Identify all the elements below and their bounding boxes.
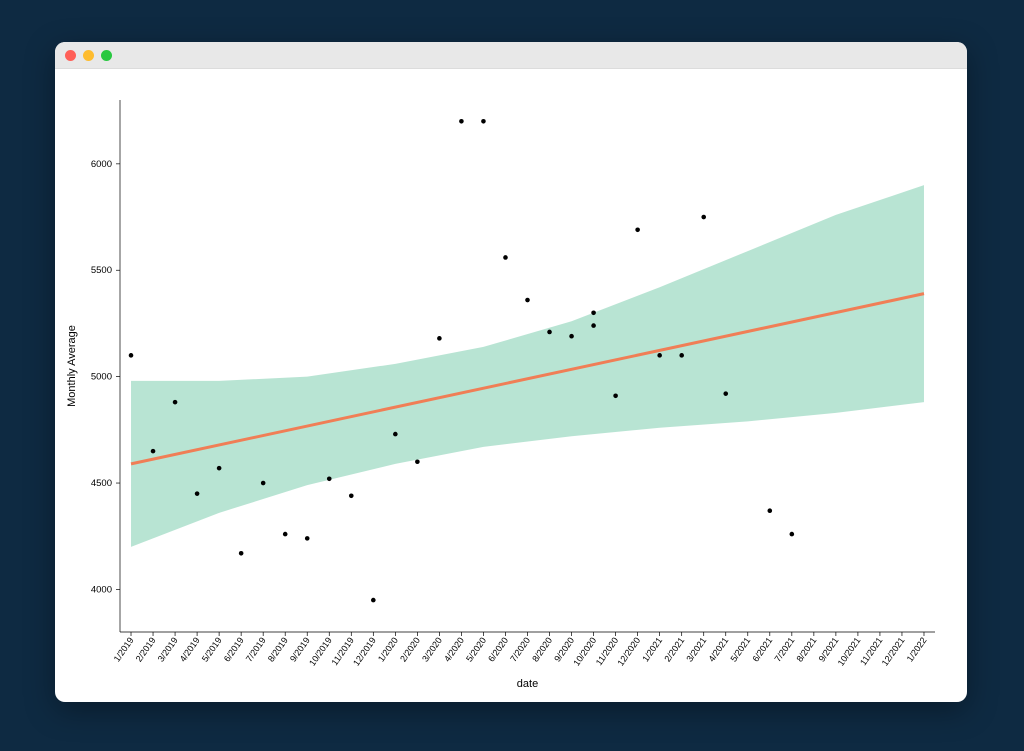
data-point xyxy=(327,476,332,481)
data-point xyxy=(217,466,222,471)
x-tick-label: 6/2021 xyxy=(750,635,774,663)
data-point xyxy=(371,598,376,603)
x-tick-label: 7/2021 xyxy=(772,635,796,663)
data-point xyxy=(723,391,728,396)
x-tick-label: 6/2020 xyxy=(486,635,510,663)
close-icon[interactable] xyxy=(65,50,76,61)
x-tick-label: 8/2019 xyxy=(266,635,290,663)
data-point xyxy=(305,536,310,541)
data-point xyxy=(613,393,618,398)
chart: 400045005000550060001/20192/20193/20194/… xyxy=(55,68,967,702)
x-tick-label: 1/2022 xyxy=(905,635,929,663)
data-point xyxy=(701,215,706,220)
data-point xyxy=(481,119,486,124)
x-tick-label: 4/2020 xyxy=(442,635,466,663)
data-point xyxy=(261,481,266,486)
x-tick-label: 7/2020 xyxy=(508,635,532,663)
y-tick-label: 5500 xyxy=(91,265,112,276)
y-tick-label: 4000 xyxy=(91,584,112,595)
data-point xyxy=(547,330,552,335)
minimize-icon[interactable] xyxy=(83,50,94,61)
x-tick-label: 2/2019 xyxy=(134,635,158,663)
data-point xyxy=(239,551,244,556)
data-point xyxy=(393,432,398,437)
data-point xyxy=(591,323,596,328)
x-tick-label: 2/2021 xyxy=(662,635,686,663)
y-tick-label: 5000 xyxy=(91,372,112,383)
x-tick-label: 6/2019 xyxy=(222,635,246,663)
data-point xyxy=(415,459,420,464)
data-point xyxy=(503,255,508,260)
x-tick-label: 1/2021 xyxy=(640,635,664,663)
x-tick-label: 3/2020 xyxy=(420,635,444,663)
x-tick-label: 1/2020 xyxy=(376,635,400,663)
data-point xyxy=(569,334,574,339)
data-point xyxy=(459,119,464,124)
window-titlebar xyxy=(55,42,967,69)
x-tick-label: 7/2019 xyxy=(244,635,268,663)
data-point xyxy=(525,298,530,303)
x-tick-label: 4/2021 xyxy=(706,635,730,663)
data-point xyxy=(437,336,442,341)
chart-svg: 400045005000550060001/20192/20193/20194/… xyxy=(55,68,967,702)
x-tick-label: 12/2019 xyxy=(351,635,378,667)
x-tick-label: 4/2019 xyxy=(178,635,202,663)
x-tick-label: 3/2019 xyxy=(156,635,180,663)
y-axis-label: Monthly Average xyxy=(66,325,78,407)
x-tick-label: 12/2021 xyxy=(880,635,907,667)
x-axis-label: date xyxy=(517,678,538,690)
data-point xyxy=(151,449,156,454)
data-point xyxy=(173,400,178,405)
x-tick-label: 1/2019 xyxy=(112,635,136,663)
x-tick-label: 5/2020 xyxy=(464,635,488,663)
y-tick-label: 4500 xyxy=(91,478,112,489)
x-tick-label: 8/2020 xyxy=(530,635,554,663)
x-tick-label: 3/2021 xyxy=(684,635,708,663)
data-point xyxy=(591,311,596,316)
x-tick-label: 5/2021 xyxy=(728,635,752,663)
x-tick-label: 5/2019 xyxy=(200,635,224,663)
data-point xyxy=(679,353,684,358)
x-tick-label: 12/2020 xyxy=(615,635,642,667)
data-point xyxy=(790,532,795,537)
x-tick-label: 8/2021 xyxy=(795,635,819,663)
y-tick-label: 6000 xyxy=(91,159,112,170)
data-point xyxy=(129,353,134,358)
data-point xyxy=(635,228,640,233)
data-point xyxy=(767,508,772,513)
app-window: 400045005000550060001/20192/20193/20194/… xyxy=(55,42,967,702)
data-point xyxy=(195,491,200,496)
x-tick-label: 2/2020 xyxy=(398,635,422,663)
data-point xyxy=(283,532,288,537)
zoom-icon[interactable] xyxy=(101,50,112,61)
data-point xyxy=(657,353,662,358)
confidence-band xyxy=(131,185,924,547)
data-point xyxy=(349,494,354,499)
